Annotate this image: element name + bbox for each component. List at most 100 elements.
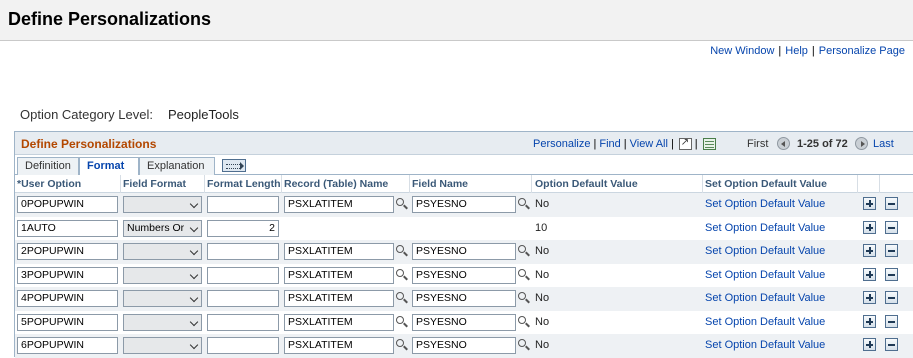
table-row: 4POPUPWIN PSXLATITEM PSYESNO No Set Opti… xyxy=(15,287,913,311)
column-divider xyxy=(702,175,703,193)
record-name-input[interactable]: PSXLATITEM xyxy=(284,337,394,354)
field-format-select[interactable] xyxy=(123,337,202,354)
delete-row-icon[interactable] xyxy=(885,267,898,281)
show-all-columns-icon[interactable] xyxy=(222,159,246,172)
field-format-select[interactable]: Numbers Or xyxy=(123,219,202,237)
lookup-icon[interactable] xyxy=(518,315,529,327)
set-option-default-value-link[interactable]: Set Option Default Value xyxy=(705,198,825,210)
lookup-icon[interactable] xyxy=(518,198,529,209)
personalizations-grid: Define Personalizations Personalize | Find… xyxy=(14,131,913,358)
add-row-icon[interactable] xyxy=(863,314,876,328)
lookup-icon[interactable] xyxy=(396,268,407,280)
table-row: 0POPUPWIN PSXLATITEM PSYESNO No Set Opti… xyxy=(15,193,913,217)
help-link[interactable]: Help xyxy=(785,45,808,57)
user-option-input[interactable]: 2POPUPWIN xyxy=(17,243,118,260)
lookup-icon[interactable] xyxy=(396,245,407,256)
field-format-select[interactable] xyxy=(123,196,202,213)
option-default-value: No xyxy=(535,339,550,351)
format-length-input[interactable]: 2 xyxy=(207,219,279,237)
lookup-icon[interactable] xyxy=(518,292,529,303)
delete-row-icon[interactable] xyxy=(885,197,898,210)
find-link[interactable]: Find xyxy=(599,138,620,150)
record-name-input[interactable]: PSXLATITEM xyxy=(284,196,394,213)
set-option-default-value-link[interactable]: Set Option Default Value xyxy=(705,269,825,281)
lookup-icon[interactable] xyxy=(518,339,529,350)
lookup-icon[interactable] xyxy=(518,268,529,280)
field-name-input[interactable]: PSYESNO xyxy=(412,337,516,354)
lookup-icon[interactable] xyxy=(396,315,407,327)
field-format-select[interactable] xyxy=(123,266,202,284)
user-option-input[interactable]: 3POPUPWIN xyxy=(17,266,118,284)
page-header: Define Personalizations xyxy=(0,0,913,41)
new-window-link[interactable]: New Window xyxy=(710,45,774,57)
field-name-input[interactable]: PSYESNO xyxy=(412,290,516,307)
excel-download-icon[interactable] xyxy=(702,138,716,151)
separator: | xyxy=(694,138,698,150)
last-link[interactable]: Last xyxy=(873,138,894,150)
field-name-input[interactable]: PSYESNO xyxy=(412,313,516,331)
delete-row-icon[interactable] xyxy=(885,338,898,351)
add-row-icon[interactable] xyxy=(863,244,876,257)
user-option-input[interactable]: 1AUTO xyxy=(17,219,118,237)
record-name-input[interactable]: PSXLATITEM xyxy=(284,243,394,260)
col-field-name: Field Name xyxy=(412,178,469,190)
option-default-value: No xyxy=(535,198,550,210)
set-option-default-value-link[interactable]: Set Option Default Value xyxy=(705,339,825,351)
format-length-input[interactable] xyxy=(207,196,279,213)
add-row-icon[interactable] xyxy=(863,267,876,281)
column-divider xyxy=(120,175,121,193)
separator: | xyxy=(623,138,627,150)
format-length-input[interactable] xyxy=(207,290,279,307)
personalize-page-link[interactable]: Personalize Page xyxy=(819,45,905,57)
lookup-icon[interactable] xyxy=(396,198,407,209)
format-length-input[interactable] xyxy=(207,337,279,354)
grid-title: Define Personalizations xyxy=(21,137,157,151)
field-name-input[interactable]: PSYESNO xyxy=(412,266,516,284)
tab-explanation[interactable]: Explanation xyxy=(139,157,215,175)
previous-arrow-icon[interactable] xyxy=(777,137,790,150)
user-option-input[interactable]: 5POPUPWIN xyxy=(17,313,118,331)
set-option-default-value-link[interactable]: Set Option Default Value xyxy=(705,316,825,328)
column-divider xyxy=(281,175,282,193)
record-name-input[interactable]: PSXLATITEM xyxy=(284,290,394,307)
format-length-input[interactable] xyxy=(207,243,279,260)
add-row-icon[interactable] xyxy=(863,338,876,351)
col-set-option-default-value: Set Option Default Value xyxy=(705,178,827,190)
add-row-icon[interactable] xyxy=(863,197,876,210)
field-name-input[interactable]: PSYESNO xyxy=(412,196,516,213)
delete-row-icon[interactable] xyxy=(885,291,898,304)
field-format-select[interactable] xyxy=(123,313,202,331)
option-default-value: No xyxy=(535,315,550,328)
lookup-icon[interactable] xyxy=(396,292,407,303)
separator: | xyxy=(593,138,597,150)
separator: | xyxy=(778,45,782,57)
field-format-select[interactable] xyxy=(123,290,202,307)
delete-row-icon[interactable] xyxy=(885,244,898,257)
first-label: First xyxy=(747,138,769,150)
field-name-input[interactable]: PSYESNO xyxy=(412,243,516,260)
tab-definition[interactable]: Definition xyxy=(17,157,79,175)
record-name-input[interactable]: PSXLATITEM xyxy=(284,313,394,331)
user-option-input[interactable]: 4POPUPWIN xyxy=(17,290,118,307)
option-category-label: Option Category Level: xyxy=(20,107,153,122)
lookup-icon[interactable] xyxy=(518,245,529,256)
field-format-select[interactable] xyxy=(123,243,202,260)
view-all-link[interactable]: View All xyxy=(630,138,668,150)
add-row-icon[interactable] xyxy=(863,291,876,304)
add-row-icon[interactable] xyxy=(863,220,876,234)
user-option-input[interactable]: 6POPUPWIN xyxy=(17,337,118,354)
personalize-grid-link[interactable]: Personalize xyxy=(533,138,590,150)
user-option-input[interactable]: 0POPUPWIN xyxy=(17,196,118,213)
set-option-default-value-link[interactable]: Set Option Default Value xyxy=(705,245,825,257)
delete-row-icon[interactable] xyxy=(885,220,898,234)
tab-format[interactable]: Format xyxy=(79,157,139,176)
lookup-icon[interactable] xyxy=(396,339,407,350)
format-length-input[interactable] xyxy=(207,266,279,284)
delete-row-icon[interactable] xyxy=(885,314,898,328)
format-length-input[interactable] xyxy=(207,313,279,331)
next-arrow-icon[interactable] xyxy=(855,137,868,150)
record-name-input[interactable]: PSXLATITEM xyxy=(284,266,394,284)
zoom-icon[interactable] xyxy=(678,137,692,151)
set-option-default-value-link[interactable]: Set Option Default Value xyxy=(705,292,825,304)
set-option-default-value-link[interactable]: Set Option Default Value xyxy=(705,222,825,234)
